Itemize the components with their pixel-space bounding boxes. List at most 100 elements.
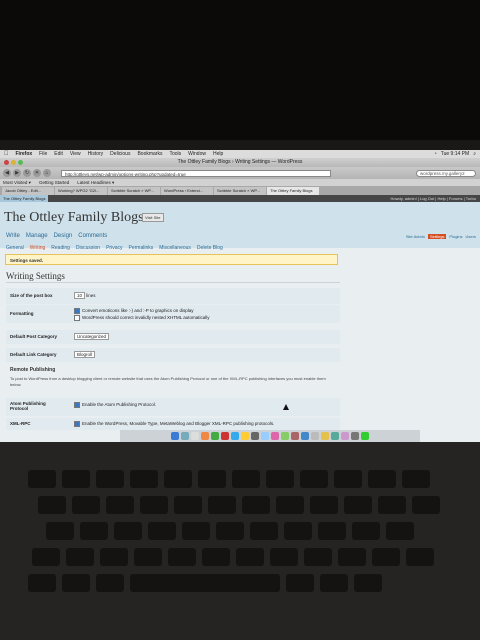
menu-tools[interactable]: Tools bbox=[169, 150, 181, 158]
key[interactable] bbox=[106, 496, 134, 514]
postbox-input[interactable]: 10 bbox=[74, 292, 86, 299]
menu-window[interactable]: Window bbox=[188, 150, 206, 158]
key[interactable] bbox=[62, 470, 90, 488]
dock-app-icon[interactable] bbox=[181, 432, 189, 440]
spacebar[interactable] bbox=[130, 574, 280, 592]
dock-app-icon[interactable] bbox=[231, 432, 239, 440]
link-category-select[interactable]: Blogroll bbox=[74, 351, 96, 358]
wifi-icon[interactable]: ◔ bbox=[434, 150, 437, 158]
atom-checkbox[interactable] bbox=[74, 402, 80, 408]
key[interactable] bbox=[164, 470, 192, 488]
menu-site-admin[interactable]: Site Admin bbox=[406, 234, 425, 239]
zoom-window-button[interactable] bbox=[18, 160, 23, 165]
blog-tag[interactable]: The Ottley Family Blogs bbox=[0, 195, 49, 202]
key[interactable] bbox=[46, 522, 74, 540]
dock-app-icon[interactable] bbox=[271, 432, 279, 440]
url-bar[interactable]: http://ottleys.net/wp-admin/options-writ… bbox=[61, 169, 331, 177]
clock[interactable]: Tue 9:14 PM bbox=[441, 150, 469, 158]
key[interactable] bbox=[276, 496, 304, 514]
menu-app-name[interactable]: Firefox bbox=[16, 150, 33, 158]
key[interactable] bbox=[368, 470, 396, 488]
key[interactable] bbox=[284, 522, 312, 540]
visit-site-button[interactable]: Visit Site bbox=[142, 213, 164, 222]
key[interactable] bbox=[148, 522, 176, 540]
tab-active[interactable]: The Ottley Family Blogs bbox=[267, 187, 319, 195]
key[interactable] bbox=[28, 574, 56, 592]
key[interactable] bbox=[372, 548, 400, 566]
menu-file[interactable]: File bbox=[39, 150, 47, 158]
key[interactable] bbox=[66, 548, 94, 566]
key[interactable] bbox=[318, 522, 346, 540]
key[interactable] bbox=[216, 522, 244, 540]
forward-icon[interactable]: ▶ bbox=[13, 169, 21, 177]
key[interactable] bbox=[310, 496, 338, 514]
dock-app-icon[interactable] bbox=[301, 432, 309, 440]
bookmark-getting-started[interactable]: Getting Started bbox=[39, 179, 69, 186]
submenu-miscellaneous[interactable]: Miscellaneous bbox=[159, 245, 191, 251]
key[interactable] bbox=[406, 548, 434, 566]
home-icon[interactable]: ⌂ bbox=[43, 169, 51, 177]
reload-icon[interactable]: ↻ bbox=[23, 169, 31, 177]
key[interactable] bbox=[236, 548, 264, 566]
dock-app-icon[interactable] bbox=[281, 432, 289, 440]
key[interactable] bbox=[412, 496, 440, 514]
emoticons-checkbox[interactable] bbox=[74, 308, 80, 314]
dock-app-icon[interactable] bbox=[201, 432, 209, 440]
key[interactable] bbox=[304, 548, 332, 566]
minimize-window-button[interactable] bbox=[11, 160, 16, 165]
key[interactable] bbox=[168, 548, 196, 566]
menu-manage[interactable]: Manage bbox=[26, 233, 48, 239]
key[interactable] bbox=[354, 574, 382, 592]
submenu-privacy[interactable]: Privacy bbox=[106, 245, 122, 251]
menu-bookmarks[interactable]: Bookmarks bbox=[137, 150, 162, 158]
submenu-discussion[interactable]: Discussion bbox=[76, 245, 100, 251]
tab-2[interactable]: Working? WPG2 'G2l... bbox=[55, 187, 107, 195]
key[interactable] bbox=[130, 470, 158, 488]
submenu-writing[interactable]: Writing bbox=[30, 245, 45, 251]
key[interactable] bbox=[378, 496, 406, 514]
key[interactable] bbox=[386, 522, 414, 540]
key[interactable] bbox=[320, 574, 348, 592]
user-links[interactable]: Howdy, admin! | Log Out | Help | Forums … bbox=[391, 195, 476, 202]
key[interactable] bbox=[402, 470, 430, 488]
key[interactable] bbox=[100, 548, 128, 566]
dock-app-icon[interactable] bbox=[221, 432, 229, 440]
menu-help[interactable]: Help bbox=[213, 150, 223, 158]
key[interactable] bbox=[270, 548, 298, 566]
dock-app-icon[interactable] bbox=[351, 432, 359, 440]
submenu-permalinks[interactable]: Permalinks bbox=[129, 245, 154, 251]
menu-write[interactable]: Write bbox=[6, 233, 20, 239]
key[interactable] bbox=[266, 470, 294, 488]
spotlight-icon[interactable]: ⌕ bbox=[473, 150, 476, 158]
key[interactable] bbox=[344, 496, 372, 514]
menu-users[interactable]: Users bbox=[466, 234, 476, 239]
key[interactable] bbox=[80, 522, 108, 540]
menu-history[interactable]: History bbox=[88, 150, 104, 158]
dock-app-icon[interactable] bbox=[291, 432, 299, 440]
menu-delicious[interactable]: Delicious bbox=[110, 150, 130, 158]
menu-plugins[interactable]: Plugins bbox=[449, 234, 462, 239]
key[interactable] bbox=[250, 522, 278, 540]
xmlrpc-checkbox[interactable] bbox=[74, 421, 80, 427]
key[interactable] bbox=[338, 548, 366, 566]
close-window-button[interactable] bbox=[4, 160, 9, 165]
key[interactable] bbox=[232, 470, 260, 488]
menu-settings[interactable]: Settings bbox=[427, 234, 447, 239]
tab-3[interactable]: Scribble Scratch » WP... bbox=[108, 187, 160, 195]
menu-edit[interactable]: Edit bbox=[54, 150, 63, 158]
key[interactable] bbox=[96, 470, 124, 488]
menu-design[interactable]: Design bbox=[54, 233, 73, 239]
dock-app-icon[interactable] bbox=[171, 432, 179, 440]
key[interactable] bbox=[182, 522, 210, 540]
xhtml-checkbox[interactable] bbox=[74, 315, 80, 321]
submenu-general[interactable]: General bbox=[6, 245, 24, 251]
key[interactable] bbox=[352, 522, 380, 540]
dock-app-icon[interactable] bbox=[361, 432, 369, 440]
category-select[interactable]: Uncategorized bbox=[74, 333, 110, 340]
stop-icon[interactable]: ✕ bbox=[33, 169, 41, 177]
menu-comments[interactable]: Comments bbox=[78, 233, 107, 239]
key[interactable] bbox=[28, 470, 56, 488]
dock-app-icon[interactable] bbox=[211, 432, 219, 440]
key[interactable] bbox=[198, 470, 226, 488]
key[interactable] bbox=[134, 548, 162, 566]
